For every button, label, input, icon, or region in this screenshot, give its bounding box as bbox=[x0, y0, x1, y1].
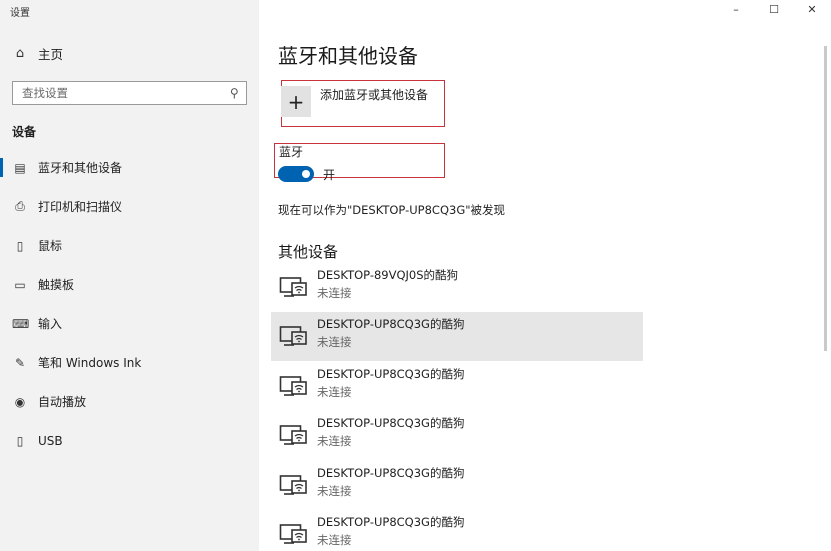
device-item[interactable]: DESKTOP-UP8CQ3G的酷狗 未连接 bbox=[271, 460, 643, 510]
plus-icon: + bbox=[287, 89, 305, 114]
discoverable-text: 现在可以作为"DESKTOP-UP8CQ3G"被发现 bbox=[278, 203, 506, 217]
device-status: 未连接 bbox=[317, 483, 352, 498]
window-controls: – ☐ ✕ bbox=[717, 0, 831, 18]
sidebar-item-label: USB bbox=[38, 433, 63, 448]
scrollbar[interactable] bbox=[824, 46, 827, 351]
device-status: 未连接 bbox=[317, 285, 352, 300]
device-icon bbox=[279, 474, 307, 495]
keyboard-icon: ⌨ bbox=[12, 316, 30, 331]
close-button[interactable]: ✕ bbox=[793, 0, 831, 18]
device-status: 未连接 bbox=[317, 533, 352, 548]
bluetooth-toggle[interactable] bbox=[278, 166, 314, 182]
sidebar-item-autoplay[interactable]: ◉ 自动播放 bbox=[0, 382, 259, 421]
sidebar-item-bluetooth[interactable]: ▤ 蓝牙和其他设备 bbox=[0, 148, 259, 187]
sidebar-home[interactable]: ⌂ 主页 bbox=[12, 44, 63, 63]
device-icon bbox=[279, 276, 307, 297]
device-icon bbox=[279, 425, 307, 446]
device-status: 未连接 bbox=[317, 384, 352, 399]
sidebar-item-printers[interactable]: ⎙ 打印机和扫描仪 bbox=[0, 187, 259, 226]
sidebar-item-label: 笔和 Windows Ink bbox=[38, 356, 142, 370]
device-icon bbox=[279, 524, 307, 545]
sidebar-section-title: 设备 bbox=[12, 125, 37, 139]
maximize-button[interactable]: ☐ bbox=[755, 0, 793, 18]
sidebar-item-typing[interactable]: ⌨ 输入 bbox=[0, 304, 259, 343]
device-item[interactable]: DESKTOP-UP8CQ3G的酷狗 未连接 bbox=[271, 411, 643, 461]
sidebar: 设置 ⌂ 主页 ⚲ 设备 ▤ 蓝牙和其他设备 ⎙ 打印机和扫描仪 ▯ 鼠标 ▭ … bbox=[0, 0, 259, 551]
sidebar-item-touchpad[interactable]: ▭ 触摸板 bbox=[0, 265, 259, 304]
device-name: DESKTOP-UP8CQ3G的酷狗 bbox=[317, 515, 465, 530]
device-item[interactable]: DESKTOP-UP8CQ3G的酷狗 未连接 bbox=[271, 361, 643, 411]
home-icon: ⌂ bbox=[15, 46, 25, 61]
device-item[interactable]: DESKTOP-UP8CQ3G的酷狗 未连接 bbox=[271, 311, 643, 361]
device-item[interactable]: DESKTOP-UP8CQ3G的酷狗 未连接 bbox=[271, 510, 643, 551]
device-list: DESKTOP-89VQJ0S的酷狗 未连接 DESKTOP-UP8CQ3G的酷… bbox=[271, 262, 643, 551]
search-box[interactable]: ⚲ bbox=[12, 81, 247, 105]
sidebar-item-mouse[interactable]: ▯ 鼠标 bbox=[0, 226, 259, 265]
mouse-icon: ▯ bbox=[16, 238, 24, 253]
page-title: 蓝牙和其他设备 bbox=[278, 44, 418, 68]
search-input[interactable] bbox=[22, 86, 212, 100]
sidebar-item-usb[interactable]: ▯ USB bbox=[0, 421, 259, 460]
usb-icon: ▯ bbox=[16, 433, 24, 448]
device-icon bbox=[279, 326, 307, 347]
sidebar-item-label: 蓝牙和其他设备 bbox=[38, 161, 123, 175]
device-name: DESKTOP-UP8CQ3G的酷狗 bbox=[317, 416, 465, 431]
pen-icon: ✎ bbox=[14, 355, 26, 370]
bluetooth-label: 蓝牙 bbox=[279, 145, 304, 159]
device-item[interactable]: DESKTOP-89VQJ0S的酷狗 未连接 bbox=[271, 262, 643, 312]
sidebar-item-pen[interactable]: ✎ 笔和 Windows Ink bbox=[0, 343, 259, 382]
add-device-button[interactable]: + bbox=[281, 86, 311, 117]
touchpad-icon: ▭ bbox=[14, 277, 26, 292]
device-icon bbox=[279, 375, 307, 396]
sidebar-nav: ▤ 蓝牙和其他设备 ⎙ 打印机和扫描仪 ▯ 鼠标 ▭ 触摸板 ⌨ 输入 ✎ 笔和… bbox=[0, 148, 259, 460]
sidebar-item-label: 自动播放 bbox=[38, 395, 87, 409]
sidebar-item-label: 打印机和扫描仪 bbox=[38, 200, 123, 214]
other-devices-title: 其他设备 bbox=[278, 243, 339, 261]
device-name: DESKTOP-89VQJ0S的酷狗 bbox=[317, 267, 459, 282]
device-name: DESKTOP-UP8CQ3G的酷狗 bbox=[317, 366, 465, 381]
device-status: 未连接 bbox=[317, 434, 352, 449]
bluetooth-toggle-state: 开 bbox=[323, 168, 336, 182]
autoplay-icon: ◉ bbox=[14, 394, 26, 409]
sidebar-item-label: 触摸板 bbox=[38, 278, 75, 292]
add-device-label[interactable]: 添加蓝牙或其他设备 bbox=[320, 86, 428, 103]
minimize-button[interactable]: – bbox=[717, 0, 755, 18]
device-name: DESKTOP-UP8CQ3G的酷狗 bbox=[317, 465, 465, 480]
sidebar-home-label: 主页 bbox=[38, 47, 64, 62]
bluetooth-devices-icon: ▤ bbox=[14, 160, 26, 175]
printer-icon: ⎙ bbox=[15, 199, 25, 213]
app-title: 设置 bbox=[10, 8, 30, 19]
device-name: DESKTOP-UP8CQ3G的酷狗 bbox=[317, 317, 465, 332]
sidebar-item-label: 输入 bbox=[38, 317, 63, 331]
sidebar-item-label: 鼠标 bbox=[38, 239, 63, 253]
search-icon: ⚲ bbox=[230, 86, 239, 100]
device-status: 未连接 bbox=[317, 335, 352, 350]
